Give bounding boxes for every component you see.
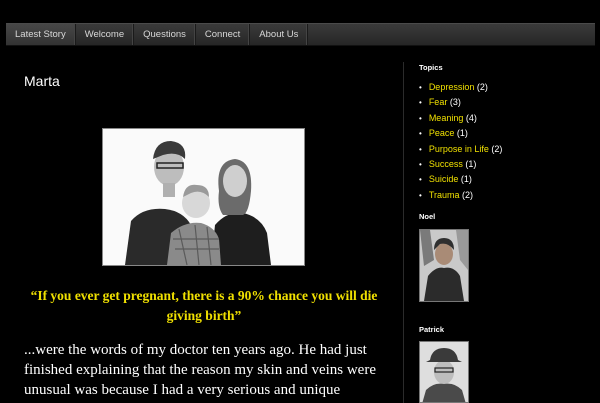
topic-count: (2): [462, 189, 474, 200]
topic-item: Fear (3): [419, 95, 502, 110]
topic-item: Purpose in Life (2): [419, 142, 503, 157]
topic-link-peace[interactable]: Peace: [429, 128, 455, 138]
topic-item: Success (1): [419, 157, 502, 172]
author-avatar-noel[interactable]: [419, 229, 469, 302]
main-nav: Latest Story Welcome Questions Connect A…: [6, 23, 595, 46]
pull-quote: “If you ever get pregnant, there is a 90…: [30, 288, 378, 323]
topics-heading: Topics: [419, 63, 443, 72]
topic-link-suicide[interactable]: Suicide: [429, 174, 459, 184]
nav-latest-story[interactable]: Latest Story: [6, 24, 76, 45]
author-name-patrick: Patrick: [419, 325, 445, 334]
topic-count: (4): [465, 112, 477, 123]
topic-item: Suicide (1): [419, 172, 502, 187]
topic-link-meaning[interactable]: Meaning: [429, 113, 464, 123]
topic-count: (1): [465, 159, 477, 170]
topics-list: Depression (2) Fear (3) Meaning (4) Peac…: [419, 80, 503, 203]
post-body: ...were the words of my doctor ten years…: [24, 342, 376, 398]
nav-connect[interactable]: Connect: [196, 24, 251, 45]
nav-welcome[interactable]: Welcome: [76, 24, 135, 45]
topic-item: Trauma (2): [419, 188, 502, 203]
topic-count: (2): [491, 143, 503, 154]
topic-item: Depression (2): [419, 80, 502, 95]
nav-about-us[interactable]: About Us: [250, 24, 309, 45]
topic-count: (1): [460, 174, 472, 185]
family-photo: [102, 128, 305, 266]
topic-count: (1): [456, 128, 468, 139]
topic-item: Meaning (4): [419, 111, 502, 126]
sidebar-divider: [403, 62, 404, 403]
nav-questions[interactable]: Questions: [134, 24, 196, 45]
topic-count: (2): [476, 82, 488, 92]
topic-link-purpose-in-life[interactable]: Purpose in Life: [429, 144, 489, 154]
topic-link-trauma[interactable]: Trauma: [429, 190, 460, 200]
author-name-noel: Noel: [419, 212, 436, 221]
topic-link-depression[interactable]: Depression: [429, 82, 475, 92]
topic-count: (3): [449, 97, 461, 108]
author-avatar-patrick[interactable]: [419, 341, 469, 403]
topic-link-fear[interactable]: Fear: [429, 97, 448, 107]
post-title: Marta: [24, 73, 60, 89]
topic-item: Peace (1): [419, 126, 502, 141]
topic-link-success[interactable]: Success: [429, 159, 463, 169]
